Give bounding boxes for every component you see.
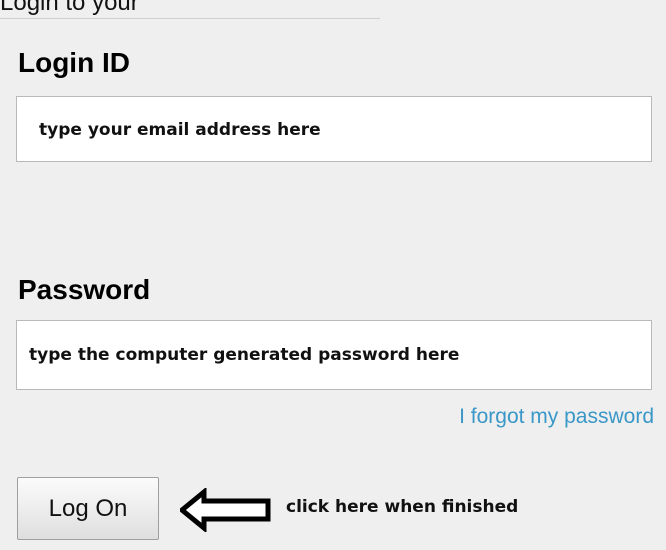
- password-hint-text: type the computer generated password her…: [29, 345, 460, 365]
- top-strip: Login to your: [0, 0, 380, 19]
- password-label: Password: [18, 274, 151, 305]
- forgot-password-link[interactable]: I forgot my password: [459, 405, 654, 429]
- log-on-button[interactable]: Log On: [17, 477, 159, 540]
- password-field[interactable]: type the computer generated password her…: [16, 320, 652, 390]
- click-here-hint: click here when finished: [286, 497, 519, 517]
- left-arrow-icon: [180, 488, 271, 532]
- login-id-hint-text: type your email address here: [39, 120, 321, 140]
- partial-header-text: Login to your: [0, 0, 139, 16]
- login-id-field[interactable]: type your email address here: [16, 96, 652, 162]
- login-id-label: Login ID: [18, 47, 130, 78]
